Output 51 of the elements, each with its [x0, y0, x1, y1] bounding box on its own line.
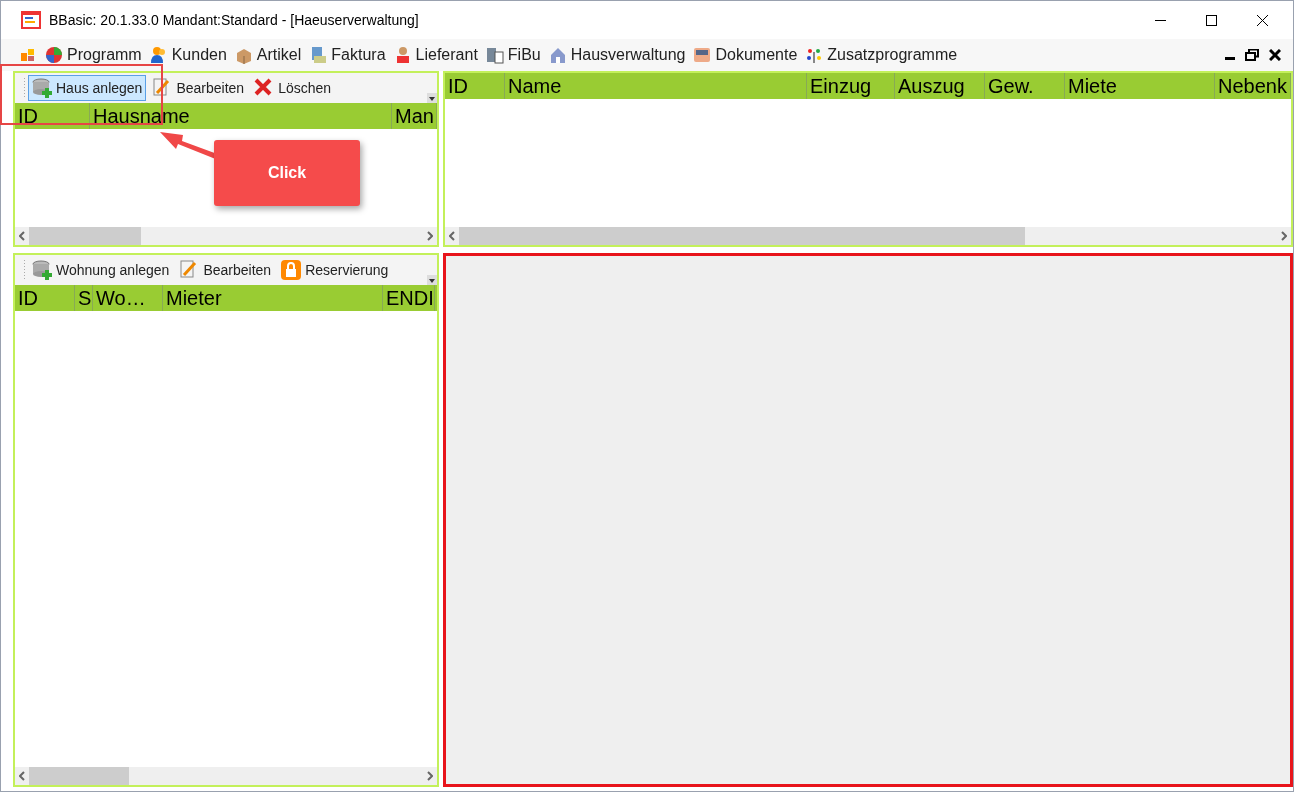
- lock-icon: [281, 260, 302, 280]
- overflow-icon[interactable]: [427, 93, 437, 103]
- menu-item[interactable]: Artikel: [230, 41, 306, 69]
- menu-item[interactable]: Dokumente: [689, 41, 802, 69]
- box-icon: [234, 46, 253, 64]
- database-add-icon: [32, 260, 52, 280]
- menu-item[interactable]: Programm: [41, 41, 146, 69]
- menu-item[interactable]: Faktura: [305, 41, 390, 69]
- horizontal-scrollbar[interactable]: [445, 227, 1291, 245]
- calculator-icon: [485, 46, 504, 64]
- toolbar-button[interactable]: Bearbeiten: [148, 75, 249, 101]
- toolbar-button[interactable]: Wohnung anlegen: [28, 257, 174, 283]
- restore-icon[interactable]: [1245, 49, 1259, 61]
- scrollbar-thumb[interactable]: [29, 227, 141, 245]
- grip-icon[interactable]: [23, 260, 26, 280]
- toolbar-button[interactable]: Bearbeiten: [175, 257, 276, 283]
- scroll-right-icon[interactable]: [427, 771, 433, 781]
- menu-item[interactable]: Zusatzprogramme: [801, 41, 962, 69]
- scroll-right-icon[interactable]: [1281, 231, 1287, 241]
- overflow-icon[interactable]: [427, 275, 437, 285]
- scrollbar-thumb[interactable]: [459, 227, 1025, 245]
- close-icon[interactable]: [1269, 49, 1281, 61]
- minimize-icon: [1154, 19, 1166, 21]
- scroll-left-icon[interactable]: [19, 231, 25, 241]
- scroll-right-icon[interactable]: [427, 231, 433, 241]
- people-icon: [149, 46, 168, 64]
- grid-icon: [21, 48, 35, 62]
- menu-item[interactable]: Hausverwaltung: [544, 41, 690, 69]
- toolbar-button[interactable]: Löschen: [250, 75, 336, 101]
- horizontal-scrollbar[interactable]: [15, 227, 437, 245]
- menu-item[interactable]: FiBu: [481, 41, 545, 69]
- close-icon: [1256, 14, 1268, 26]
- globe-icon: [45, 46, 63, 64]
- tray-icon: [693, 46, 712, 64]
- click-callout: Click: [214, 140, 360, 206]
- horizontal-scrollbar[interactable]: [15, 767, 437, 785]
- grip-icon[interactable]: [23, 78, 26, 98]
- app-icon: [21, 11, 41, 29]
- toolbar-button[interactable]: Reservierung: [277, 257, 393, 283]
- database-add-icon: [32, 78, 52, 98]
- window-title: BBasic: 20.1.33.0 Mandant:Standard - [Haeuserverwaltung]: [49, 10, 419, 30]
- scroll-left-icon[interactable]: [449, 231, 455, 241]
- scrollbar-thumb[interactable]: [29, 767, 129, 785]
- palette-icon: [805, 46, 824, 64]
- menu-item[interactable]: Kunden: [145, 41, 231, 69]
- maximize-icon: [1205, 14, 1217, 26]
- menu-item[interactable]: Lieferant: [389, 41, 482, 69]
- house-icon: [548, 46, 567, 64]
- building-icon: [309, 46, 328, 64]
- toolbar-button[interactable]: Haus anlegen: [28, 75, 147, 101]
- scroll-left-icon[interactable]: [19, 771, 25, 781]
